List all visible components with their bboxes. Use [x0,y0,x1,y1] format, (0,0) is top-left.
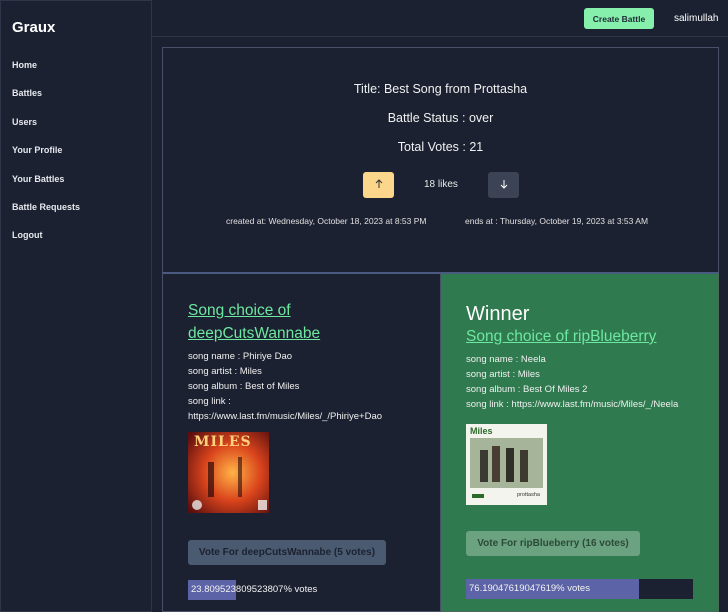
album-title-text: Miles [470,426,493,436]
vote-progress-left: 23.809523809523807% votes [188,580,388,600]
vote-progress-right: 76.19047619047619% votes [466,579,693,599]
arrow-up-icon [375,178,382,188]
vote-percent-left: 23.809523809523807% votes [191,584,318,595]
sidebar: Graux Home Battles Users Your Profile Yo… [0,0,152,612]
song-artist: song artist : Miles [188,366,262,377]
heading-line-2: deepCutsWannabe [188,325,321,342]
likes-count: 18 likes [424,179,458,190]
heading-line-1: Song choice of [188,302,291,319]
sidebar-item-battles[interactable]: Battles [12,87,80,115]
create-battle-button[interactable]: Create Battle [584,8,654,29]
song-link-url: https://www.last.fm/music/Miles/_/Phiriy… [188,411,383,422]
username[interactable]: salimullah [674,13,718,24]
album-title-text: MILES [194,434,252,450]
total-votes: Total Votes : 21 [397,140,484,154]
battle-status: Battle Status : over [387,111,494,125]
entry-card-right: Winner Song choice of ripBlueberry song … [441,272,719,612]
album-art-left: MILES [188,432,269,513]
vote-button-left[interactable]: Vote For deepCutsWannabe (5 votes) [188,540,386,565]
app-logo[interactable]: Graux [12,19,55,36]
song-choice-heading-right[interactable]: Song choice of ripBlueberry [466,325,706,348]
sidebar-item-home[interactable]: Home [12,59,80,87]
song-album: song album : Best Of Miles 2 [466,384,588,395]
song-artist: song artist : Miles [466,369,540,380]
sidebar-item-your-profile[interactable]: Your Profile [12,144,80,172]
song-link-label: song link : [188,396,231,407]
top-bar: Create Battle salimullah [152,0,728,37]
vote-percent-right: 76.19047619047619% votes [469,583,590,594]
sidebar-item-users[interactable]: Users [12,116,80,144]
album-art-right: Miles prottasha [466,424,547,505]
battle-title: Title: Best Song from Prottasha [353,82,528,96]
sidebar-item-battle-requests[interactable]: Battle Requests [12,201,80,229]
album-subtitle-text: prottasha [517,492,540,498]
song-link: song link : https://www.last.fm/music/Mi… [466,399,679,410]
created-at: created at: Wednesday, October 18, 2023 … [226,216,427,226]
downvote-button[interactable] [488,172,519,198]
arrow-down-icon [500,179,507,189]
ends-at: ends at : Thursday, October 19, 2023 at … [465,216,649,226]
sidebar-item-logout[interactable]: Logout [12,229,80,257]
song-album: song album : Best of Miles [188,381,300,392]
sidebar-nav: Home Battles Users Your Profile Your Bat… [12,59,80,258]
upvote-button[interactable] [363,172,394,198]
song-name: song name : Neela [466,354,546,365]
battle-info-panel: Title: Best Song from Prottasha Battle S… [162,47,719,273]
song-name: song name : Phiriye Dao [188,351,293,362]
entry-card-left: Song choice of deepCutsWannabe song name… [162,272,441,612]
vote-button-right[interactable]: Vote For ripBlueberry (16 votes) [466,531,640,556]
song-choice-heading-left[interactable]: Song choice of deepCutsWannabe [188,299,428,345]
sidebar-item-your-battles[interactable]: Your Battles [12,173,80,201]
winner-label: Winner [466,303,530,325]
